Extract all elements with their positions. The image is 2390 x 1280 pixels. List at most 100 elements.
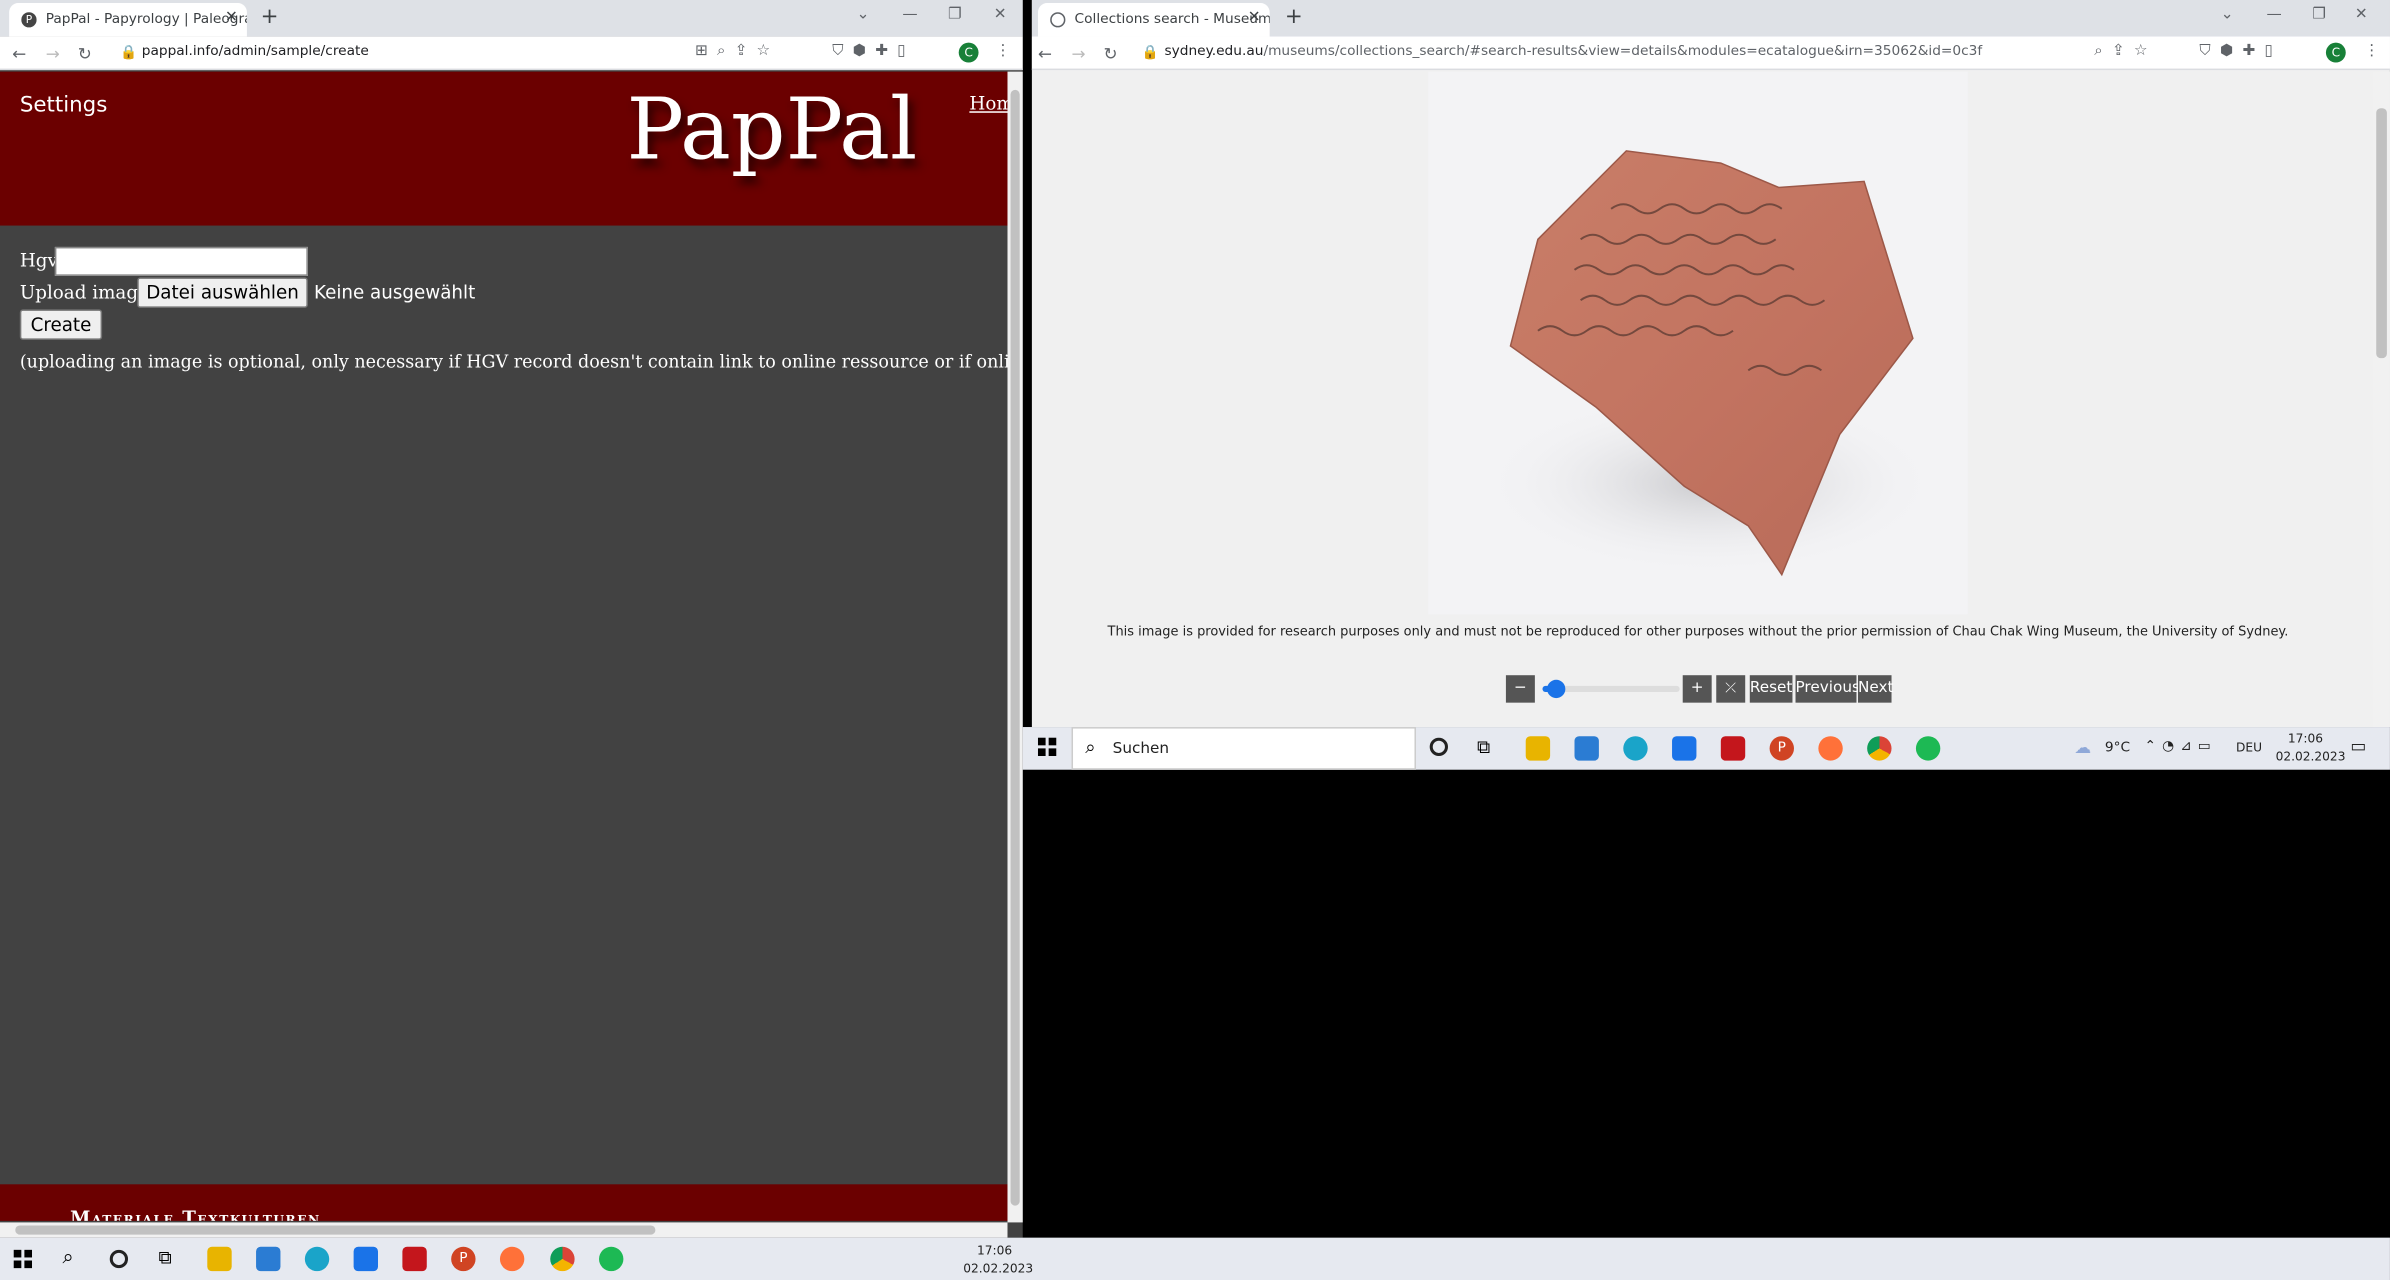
acrobat-icon[interactable] <box>1720 736 1746 761</box>
edge-icon[interactable] <box>1623 736 1648 761</box>
cortana-icon[interactable] <box>109 1249 129 1269</box>
extension-icons[interactable]: ⛉⬢✚▯ <box>2199 43 2281 60</box>
zoom-slider[interactable] <box>1542 679 1680 699</box>
toolbar-icons[interactable]: ⊞⌕⇪☆ <box>695 43 779 60</box>
file-explorer-icon[interactable] <box>207 1246 232 1272</box>
menu-icon[interactable]: ⋮ <box>2364 43 2388 60</box>
zoom-in-button[interactable]: + <box>1682 675 1712 703</box>
clock-time[interactable]: 17:06 <box>2288 732 2323 746</box>
edge-icon[interactable] <box>304 1246 330 1272</box>
lock-icon: 🔒 <box>120 45 138 61</box>
spotify-icon[interactable] <box>1915 736 1941 761</box>
reload-icon[interactable]: ↻ <box>78 44 92 64</box>
file-explorer-icon[interactable] <box>1525 736 1551 761</box>
new-tab-icon[interactable]: + <box>1285 5 1303 29</box>
task-view-icon[interactable]: ⧉ <box>1477 736 1490 759</box>
tray-icons[interactable]: ⌃◔⊿▭ <box>2145 739 2217 754</box>
notification-icon[interactable]: ▭ <box>2350 736 2366 756</box>
acrobat-icon[interactable] <box>402 1246 427 1272</box>
minimize-icon[interactable]: — <box>902 6 920 23</box>
fullscreen-button[interactable]: ⤫ <box>1716 675 1746 703</box>
powerpoint-icon[interactable]: P <box>1769 736 1794 761</box>
right-browser-window: Collections search - Museums - T ✕ + ⌄ —… <box>1031 0 2390 728</box>
mail-icon[interactable] <box>1672 736 1697 761</box>
lock-icon: 🔒 <box>1141 45 1159 61</box>
weather-temp: 9°C <box>2104 740 2131 757</box>
new-tab-icon[interactable]: + <box>261 5 279 29</box>
image-disclaimer: This image is provided for research purp… <box>1107 624 2289 641</box>
url-host: sydney.edu.au <box>1164 44 1264 60</box>
profile-avatar[interactable]: C <box>2325 42 2346 63</box>
powerpoint-icon[interactable]: P <box>451 1246 476 1272</box>
address-bar[interactable]: sydney.edu.au/museums/collections_search… <box>1164 44 1982 59</box>
spotify-icon[interactable] <box>599 1246 624 1272</box>
zoom-out-button[interactable]: − <box>1505 675 1535 703</box>
mail-icon[interactable] <box>353 1246 379 1272</box>
vertical-scroll-thumb[interactable] <box>1010 89 1020 1206</box>
windows-start-icon[interactable] <box>1037 737 1057 757</box>
left-toolbar: ← → ↻ 🔒 pappal.info/admin/sample/create … <box>0 36 1023 71</box>
cortana-icon[interactable] <box>1429 737 1448 757</box>
firefox-icon[interactable] <box>499 1246 525 1272</box>
close-window-icon[interactable]: ✕ <box>2355 6 2371 23</box>
reset-button[interactable]: Reset <box>1749 675 1793 703</box>
ostracon-image <box>1481 150 1939 577</box>
next-button[interactable]: Next <box>1857 675 1894 703</box>
restore-icon[interactable]: ❐ <box>2312 6 2329 23</box>
close-tab-icon[interactable]: ✕ <box>225 9 238 26</box>
right-vertical-scrollbar[interactable] <box>2373 71 2390 728</box>
firefox-icon[interactable] <box>1818 736 1843 761</box>
pappal-footer: Materiale Textkulturen <box>0 1184 1008 1221</box>
language-indicator[interactable]: DEU <box>2236 741 2262 755</box>
restore-icon[interactable]: ❐ <box>948 6 965 23</box>
url-path: /museums/collections_search/#search-resu… <box>1263 44 1983 60</box>
horizontal-scroll-thumb[interactable] <box>15 1225 656 1235</box>
right-scroll-thumb[interactable] <box>2376 108 2387 359</box>
store-icon[interactable] <box>1574 736 1599 761</box>
search-placeholder: Suchen <box>1112 740 1170 758</box>
inner-taskbar: ⌕ Suchen ⧉ P ☁ 9°C ⌃◔⊿▭ DEU 17:06 02.02.… <box>1022 727 2390 770</box>
forward-icon[interactable]: → <box>1072 44 1086 64</box>
clock-time[interactable]: 17:06 <box>977 1244 1012 1258</box>
menu-icon[interactable]: ⋮ <box>995 43 1019 60</box>
search-icon[interactable]: ⌕ <box>62 1247 73 1270</box>
profile-avatar[interactable]: C <box>958 42 979 63</box>
close-tab-icon[interactable]: ✕ <box>1248 9 1261 26</box>
back-icon[interactable]: ← <box>1038 44 1052 64</box>
tab-search-icon[interactable]: ⌄ <box>2221 6 2237 23</box>
address-bar[interactable]: pappal.info/admin/sample/create <box>142 44 369 59</box>
tab-collections[interactable]: Collections search - Museums - T ✕ <box>1037 3 1270 37</box>
right-tab-strip: Collections search - Museums - T ✕ + ⌄ —… <box>1031 0 2390 37</box>
reload-icon[interactable]: ↻ <box>1104 44 1118 64</box>
windows-start-icon[interactable] <box>13 1249 33 1269</box>
close-window-icon[interactable]: ✕ <box>994 6 1010 23</box>
back-icon[interactable]: ← <box>12 44 26 64</box>
choose-file-button[interactable]: Datei auswählen <box>137 277 308 308</box>
globe-icon <box>1050 12 1066 28</box>
horizontal-scrollbar[interactable] <box>0 1222 1008 1238</box>
clock-date[interactable]: 02.02.2023 <box>2276 750 2346 764</box>
image-viewer[interactable] <box>1428 71 1968 615</box>
chrome-icon[interactable] <box>1867 736 1892 761</box>
extension-icons[interactable]: ⛉⬢✚▯ <box>832 43 914 60</box>
zoom-slider-handle[interactable] <box>1547 679 1566 699</box>
chrome-icon[interactable] <box>550 1246 575 1272</box>
pappal-header: Settings PapPal Hom <box>0 71 1014 226</box>
search-icon: ⌕ <box>1085 736 1096 758</box>
taskbar-search-box[interactable]: ⌕ Suchen <box>1071 727 1416 770</box>
settings-link[interactable]: Settings <box>20 93 108 117</box>
forward-icon[interactable]: → <box>46 44 60 64</box>
tab-pappal[interactable]: P PapPal - Papyrology | Paleograph ✕ <box>9 3 247 37</box>
clock-date[interactable]: 02.02.2023 <box>963 1262 1033 1276</box>
previous-button[interactable]: Previous <box>1795 675 1860 703</box>
hgv-input[interactable] <box>54 246 308 276</box>
toolbar-icons[interactable]: ⌕⇪☆ <box>2094 43 2156 60</box>
task-view-icon[interactable]: ⧉ <box>159 1247 172 1270</box>
upload-note: (uploading an image is optional, only ne… <box>19 350 1008 372</box>
tab-title: PapPal - Papyrology | Paleograph <box>45 12 247 28</box>
store-icon[interactable] <box>256 1246 281 1272</box>
minimize-icon[interactable]: — <box>2266 6 2284 23</box>
vertical-scrollbar[interactable] <box>1007 71 1023 1223</box>
create-button[interactable]: Create <box>19 309 103 340</box>
tab-search-icon[interactable]: ⌄ <box>857 6 873 23</box>
